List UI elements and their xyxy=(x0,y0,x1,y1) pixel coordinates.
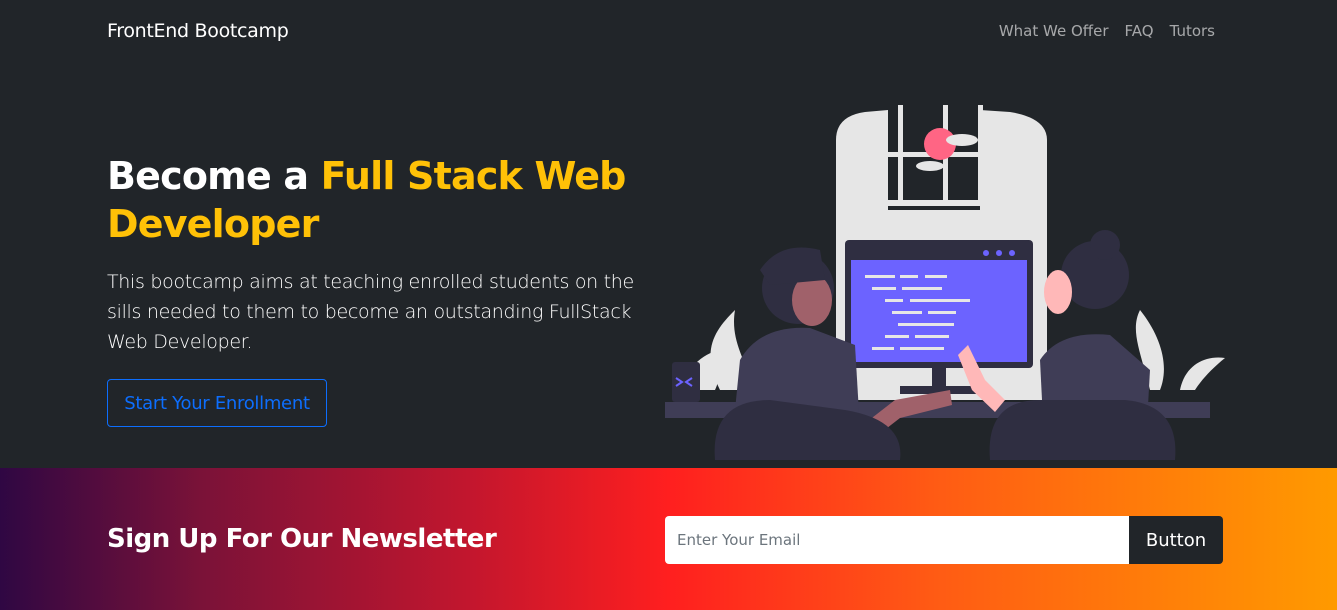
brand-logo[interactable]: FrontEnd Bootcamp xyxy=(107,20,289,42)
nav-link-faq[interactable]: FAQ xyxy=(1125,22,1154,40)
newsletter-section: Sign Up For Our Newsletter Button xyxy=(0,468,1337,610)
nav-link-what-we-offer[interactable]: What We Offer xyxy=(999,22,1109,40)
navbar: FrontEnd Bootcamp What We Offer FAQ Tuto… xyxy=(0,0,1337,64)
hero-title: Become a Full Stack Web Developer xyxy=(107,152,627,248)
nav-links: What We Offer FAQ Tutors xyxy=(999,22,1215,40)
email-input[interactable] xyxy=(665,516,1129,564)
hero-section: Become a Full Stack Web Developer This b… xyxy=(0,64,1337,468)
two-developers-at-computer-illustration xyxy=(665,105,1225,460)
hero-lead: This bootcamp aims at teaching enrolled … xyxy=(107,271,634,353)
nav-link-tutors[interactable]: Tutors xyxy=(1170,22,1215,40)
newsletter-form: Button xyxy=(665,516,1223,564)
hero-title-plain: Become a xyxy=(107,154,321,198)
start-enrollment-button[interactable]: Start Your Enrollment xyxy=(107,379,327,427)
newsletter-submit-button[interactable]: Button xyxy=(1129,516,1223,564)
newsletter-title: Sign Up For Our Newsletter xyxy=(107,524,497,554)
